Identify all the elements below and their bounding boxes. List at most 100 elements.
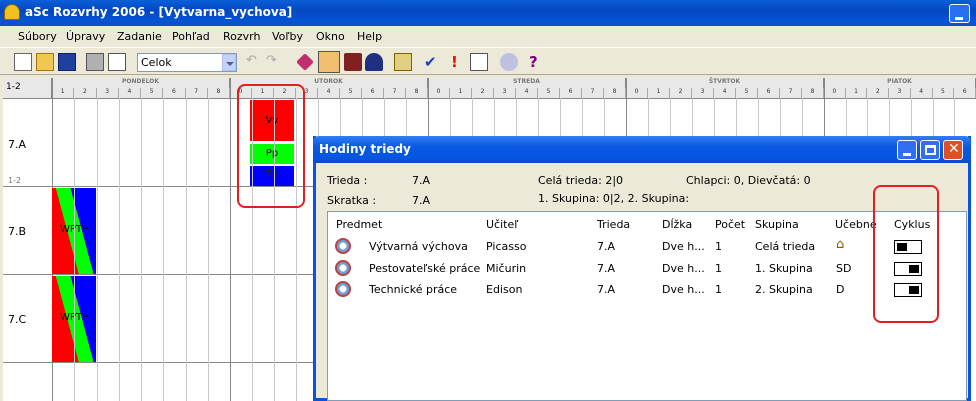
teacher-view-icon[interactable] [318, 51, 340, 73]
grid-line [867, 98, 869, 136]
chevron-down-icon[interactable] [222, 54, 236, 71]
grid-line [845, 98, 847, 136]
day-header-streda: STREDA [428, 78, 626, 88]
warning-exclamation-icon[interactable]: ! [451, 53, 469, 71]
menu-upravy[interactable]: Úpravy [66, 30, 105, 43]
grid-line [538, 98, 539, 136]
trieda-label: Trieda : [327, 174, 368, 187]
row2-skupina: 1. Skupina [755, 262, 813, 275]
slot-header-row: 1234567801234567801234567801234567801234… [52, 88, 976, 98]
slot-header-cell: 8 [406, 88, 428, 98]
grid-line [207, 98, 209, 401]
col-pocet[interactable]: Počet [715, 218, 745, 231]
grid-line [736, 98, 737, 136]
dialog-minimize-button[interactable] [897, 140, 917, 160]
menu-help[interactable]: Help [357, 30, 382, 43]
slot-header-cell: 4 [714, 88, 736, 98]
grid-line [450, 98, 451, 136]
grid-line [516, 98, 517, 136]
slot-header-cell: 7 [582, 88, 604, 98]
menu-subory[interactable]: Súbory [18, 30, 57, 43]
save-disk-icon[interactable] [58, 53, 76, 71]
dialog-maximize-button[interactable] [920, 140, 940, 160]
check-icon[interactable]: ✔ [424, 53, 442, 71]
grid-line [824, 78, 825, 136]
menu-pohlad[interactable]: Pohľad [172, 30, 210, 43]
view-combo-value: Celok [141, 56, 172, 69]
grid-line [74, 98, 76, 401]
menu-volby[interactable]: Voľby [272, 30, 303, 43]
menu-okno[interactable]: Okno [316, 30, 345, 43]
card-icon[interactable] [394, 53, 412, 71]
menu-zadanie[interactable]: Zadanie [117, 30, 162, 43]
redo-icon[interactable]: ↷ [266, 53, 284, 71]
slot-header-cell: 8 [208, 88, 230, 98]
grid-line [3, 362, 316, 363]
grid-line [648, 98, 649, 136]
minimize-button[interactable] [949, 4, 970, 23]
open-folder-icon[interactable] [36, 53, 54, 71]
grid-line [3, 274, 316, 275]
row-label-7c[interactable]: 7.C [8, 313, 26, 326]
skratka-label: Skratka : [327, 194, 377, 207]
grid-line [3, 98, 976, 99]
dialog-title: Hodiny triedy [319, 142, 411, 156]
slot-header-cell: 6 [954, 88, 976, 98]
grid-line [692, 98, 693, 136]
dialog-title-bar[interactable]: Hodiny triedy ✕ [313, 136, 971, 163]
menu-bar: Súbory Úpravy Zadanie Pohľad Rozvrh Voľb… [0, 26, 976, 46]
undo-icon[interactable]: ↶ [246, 53, 264, 71]
row1-ucitel: Picasso [486, 240, 527, 253]
clock-icon [335, 238, 351, 254]
slot-header-cell: 6 [362, 88, 384, 98]
skupiny-info: 1. Skupina: 0|2, 2. Skupina: [538, 192, 690, 205]
col-predmet[interactable]: Predmet [336, 218, 382, 231]
skratka-value: 7.A [412, 194, 431, 207]
edit-list-icon[interactable] [470, 53, 488, 71]
row3-pocet: 1 [715, 283, 722, 296]
grid-line [494, 98, 495, 136]
eraser-icon[interactable] [296, 53, 314, 71]
grid-line [626, 78, 627, 136]
grid-line [582, 98, 583, 136]
grid-line [118, 98, 120, 401]
slot-header-cell: 2 [670, 88, 692, 98]
row2-predmet[interactable]: Pestovateľské práce [369, 262, 480, 275]
title-bar: aSc Rozvrhy 2006 - [Vytvarna_vychova] [0, 0, 976, 26]
highlight-box-cards [237, 84, 305, 208]
row2-trieda: 7.A [597, 262, 616, 275]
slot-header-cell: 3 [97, 88, 119, 98]
settings-icon[interactable] [500, 53, 518, 71]
col-skupina[interactable]: Skupina [755, 218, 799, 231]
row3-ucebne: D [836, 283, 845, 296]
row-label-7b[interactable]: 7.B [8, 225, 26, 238]
grid-line [141, 98, 142, 401]
dialog-close-button[interactable]: ✕ [943, 140, 963, 160]
grid-line [758, 98, 759, 136]
row-label-7a[interactable]: 7.A [8, 138, 26, 151]
slot-header-cell: 8 [604, 88, 626, 98]
col-ucebne[interactable]: Učebne [835, 218, 877, 231]
row1-predmet[interactable]: Výtvarná výchova [369, 240, 468, 253]
class-view-icon[interactable] [344, 53, 362, 71]
row1-pocet: 1 [715, 240, 722, 253]
slot-header-cell: 0 [428, 88, 450, 98]
col-trieda[interactable]: Trieda [597, 218, 630, 231]
slot-header-cell: 5 [736, 88, 758, 98]
slot-header-cell: 0 [626, 88, 648, 98]
print-icon[interactable] [86, 53, 104, 71]
graduation-cap-icon[interactable] [365, 53, 383, 71]
print-preview-icon[interactable] [108, 53, 126, 71]
row3-predmet[interactable]: Technické práce [369, 283, 457, 296]
menu-rozvrh[interactable]: Rozvrh [223, 30, 260, 43]
grid-line [954, 98, 956, 136]
help-question-icon[interactable]: ? [529, 53, 547, 71]
grid-line [670, 98, 671, 136]
col-ucitel[interactable]: Učiteľ [486, 218, 518, 231]
slot-header-cell: 5 [141, 88, 164, 98]
lessons-list[interactable]: Predmet Učiteľ Trieda Dĺžka Počet Skupin… [327, 211, 967, 401]
slot-header-cell: 0 [824, 88, 846, 98]
new-document-icon[interactable] [14, 53, 32, 71]
slot-header-cell: 4 [516, 88, 538, 98]
col-dlzka[interactable]: Dĺžka [662, 218, 692, 231]
